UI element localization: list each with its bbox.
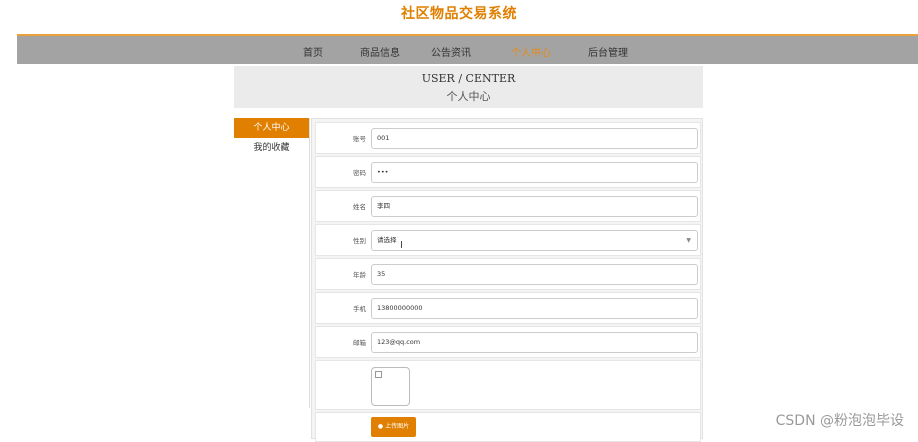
top-navbar: 首页 商品信息 公告资讯 个人中心 后台管理 [17, 34, 918, 64]
nav-item-announcements[interactable]: 公告资讯 [431, 44, 471, 59]
age-input[interactable]: 35 [371, 264, 698, 285]
banner-title-cn: 个人中心 [446, 90, 491, 103]
user-sidebar: 个人中心 我的收藏 [234, 118, 310, 408]
upload-icon: ● [377, 423, 384, 430]
gender-select-value: 请选择 [377, 236, 397, 244]
watermark: CSDN @粉泡泡毕设 [775, 413, 904, 429]
nav-item-home[interactable]: 首页 [303, 44, 323, 59]
account-label: 账号 [353, 135, 366, 143]
form-row-avatar [315, 360, 701, 410]
form-row-password: 密码 ••• [315, 156, 701, 188]
phone-input[interactable]: 13800000000 [371, 298, 698, 319]
password-label: 密码 [353, 169, 366, 177]
avatar-preview [371, 367, 410, 406]
form-row-email: 邮箱 123@qq.com [315, 326, 701, 358]
upload-image-button[interactable]: ● 上传图片 [371, 417, 416, 437]
form-row-account: 账号 001 [315, 122, 701, 154]
email-input[interactable]: 123@qq.com [371, 332, 698, 353]
email-label: 邮箱 [353, 339, 366, 347]
broken-image-icon [375, 371, 382, 378]
gender-label: 性别 [353, 237, 366, 245]
account-input[interactable]: 001 [371, 128, 698, 149]
form-row-gender: 性别 请选择 ▼ [315, 224, 701, 256]
site-title: 社区物品交易系统 [401, 6, 517, 22]
sidebar-item-user-center[interactable]: 个人中心 [234, 118, 309, 138]
profile-form: 账号 001 密码 ••• 姓名 李四 性别 请选择 ▼ 年龄 35 手机 13… [311, 118, 703, 442]
age-label: 年龄 [353, 271, 366, 279]
page-banner: USER / CENTER 个人中心 [234, 66, 703, 108]
text-cursor-icon: I [400, 240, 403, 251]
name-label: 姓名 [353, 203, 366, 211]
phone-label: 手机 [353, 305, 366, 313]
nav-item-products[interactable]: 商品信息 [360, 44, 400, 59]
sidebar-item-favorites[interactable]: 我的收藏 [234, 138, 309, 158]
form-row-upload: ● 上传图片 [315, 412, 701, 442]
upload-button-label: 上传图片 [385, 423, 410, 430]
gender-select[interactable]: 请选择 ▼ [371, 230, 698, 251]
form-row-name: 姓名 李四 [315, 190, 701, 222]
form-row-phone: 手机 13800000000 [315, 292, 701, 324]
password-input[interactable]: ••• [371, 162, 698, 183]
banner-title-en: USER / CENTER [421, 72, 516, 85]
name-input[interactable]: 李四 [371, 196, 698, 217]
nav-item-admin[interactable]: 后台管理 [588, 44, 628, 59]
chevron-down-icon: ▼ [686, 237, 691, 244]
form-row-age: 年龄 35 [315, 258, 701, 290]
nav-item-user-center[interactable]: 个人中心 [511, 44, 551, 59]
